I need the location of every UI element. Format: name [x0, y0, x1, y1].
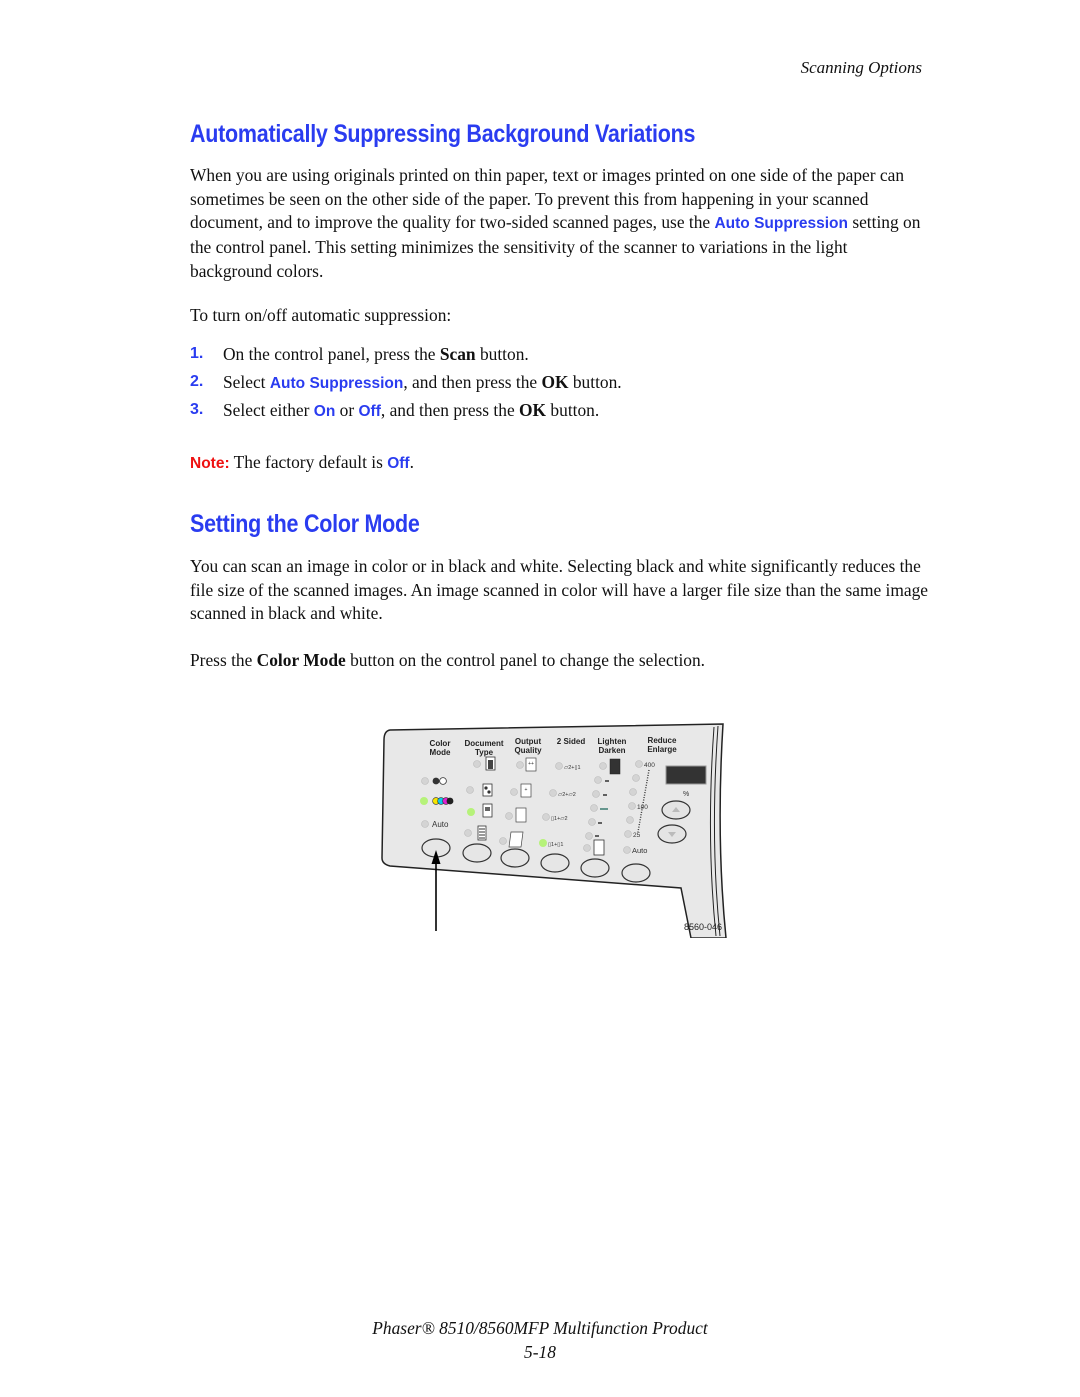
two-sided-button — [540, 853, 570, 873]
col-heading-lighten-darken: Lighten — [598, 737, 627, 746]
step-item: 3. Select either On or Off, and then pre… — [190, 396, 930, 424]
step-text: Select either On or Off, and then press … — [223, 400, 600, 420]
note-value: Off — [387, 455, 410, 472]
svg-text:▯1+▱2: ▯1+▱2 — [551, 816, 568, 822]
col-heading-document-type: Document — [464, 739, 503, 748]
svg-text:Auto: Auto — [632, 846, 647, 855]
color-mode-paragraph: You can scan an image in color or in bla… — [190, 556, 929, 624]
svg-text:+: + — [525, 787, 528, 793]
col-heading-output-quality: Output — [515, 737, 542, 746]
step-item: 1. On the control panel, press the Scan … — [190, 340, 930, 368]
col-heading-color-mode: Color — [430, 739, 451, 748]
footer-product: Phaser® 8510/8560MFP Multifunction Produ… — [372, 1318, 708, 1338]
svg-text:%: % — [683, 791, 689, 798]
svg-text:++: ++ — [528, 761, 534, 767]
step-number: 2. — [190, 373, 204, 390]
step-text: Select Auto Suppression, and then press … — [223, 372, 622, 392]
steps-list: 1. On the control panel, press the Scan … — [190, 340, 930, 424]
svg-text:Type: Type — [475, 748, 494, 757]
svg-text:400: 400 — [644, 762, 655, 769]
document-type-button — [462, 843, 492, 863]
callout-arrow — [431, 850, 441, 931]
step-text: On the control panel, press the Scan but… — [223, 344, 529, 364]
footer-page-number: 5-18 — [524, 1342, 556, 1362]
auto-suppression-term: Auto Suppression — [714, 215, 848, 233]
led-color-active — [420, 797, 428, 805]
output-quality-button — [500, 848, 530, 868]
note-label: Note: — [190, 455, 230, 472]
svg-text:▱2+▱2: ▱2+▱2 — [558, 792, 576, 798]
svg-text:▱2+▯1: ▱2+▯1 — [564, 765, 581, 771]
color-mode-instruction: Press the Color Mode button on the contr… — [190, 650, 706, 670]
lighten-darken-button — [580, 858, 610, 878]
bw-icon — [432, 777, 440, 785]
step-number: 3. — [190, 401, 204, 418]
intro-paragraph: When you are using originals printed on … — [190, 164, 930, 284]
up-arrow-button — [661, 800, 691, 820]
svg-text:25: 25 — [633, 832, 641, 839]
col-heading-reduce-enlarge: Reduce — [648, 736, 677, 745]
svg-text:Quality: Quality — [514, 746, 542, 755]
step-number: 1. — [190, 345, 204, 362]
section-heading-auto-suppression: Automatically Suppressing Background Var… — [190, 120, 696, 148]
step-item: 2. Select Auto Suppression, and then pre… — [190, 368, 930, 396]
reduce-enlarge-button — [621, 863, 651, 883]
figure-id: 8560-046 — [684, 922, 723, 932]
running-head: Scanning Options — [800, 58, 922, 77]
control-panel-illustration: Color Mode Document Type Output Quality … — [381, 723, 727, 938]
svg-text:▯1+▯1: ▯1+▯1 — [548, 842, 563, 848]
svg-text:Enlarge: Enlarge — [647, 745, 677, 754]
svg-text:Mode: Mode — [430, 748, 451, 757]
lead-in: To turn on/off automatic suppression: — [190, 305, 452, 325]
section-heading-color-mode: Setting the Color Mode — [190, 510, 420, 538]
svg-text:Auto: Auto — [432, 820, 449, 829]
col-heading-2-sided: 2 Sided — [557, 737, 586, 746]
down-arrow-button — [657, 824, 687, 844]
note: Note: The factory default is Off. — [190, 452, 414, 472]
percent-display — [665, 765, 707, 785]
svg-text:Darken: Darken — [598, 746, 625, 755]
